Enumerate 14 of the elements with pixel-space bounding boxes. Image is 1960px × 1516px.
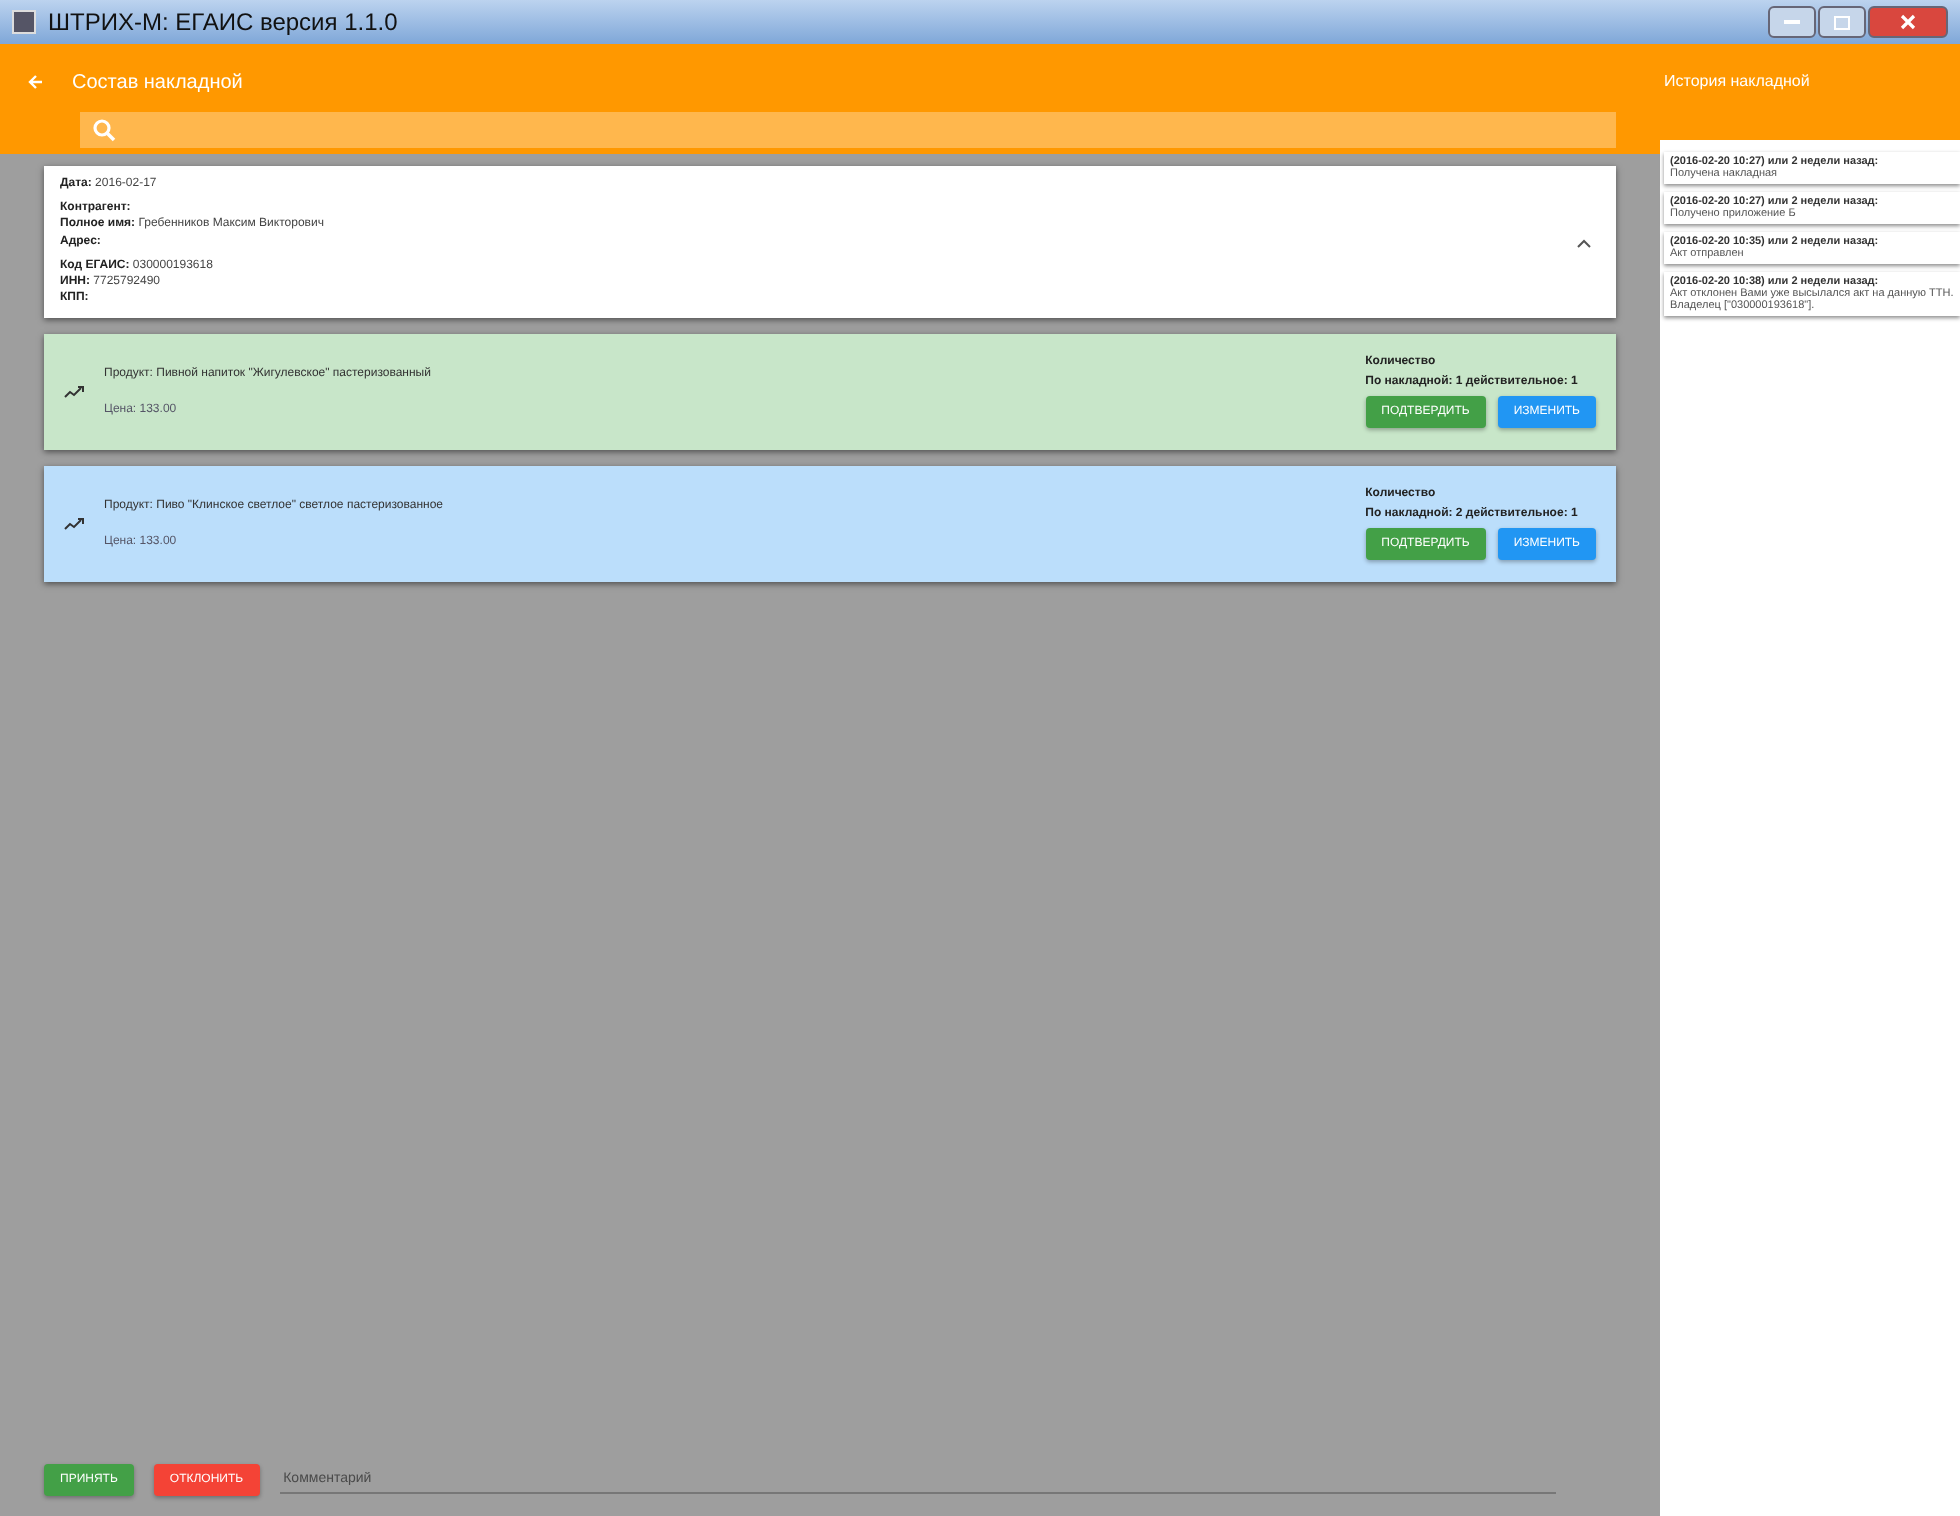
app-icon (12, 10, 36, 34)
maximize-button[interactable] (1818, 6, 1866, 38)
page-title: Состав накладной (72, 71, 243, 93)
search-icon (92, 118, 116, 142)
minimize-icon (1784, 19, 1800, 25)
close-icon (1900, 14, 1916, 30)
minimize-button[interactable] (1768, 6, 1816, 38)
maximize-icon (1834, 15, 1850, 29)
trend-icon (64, 518, 84, 531)
window-title: ШТРИХ-М: ЕГАИС версия 1.1.0 (48, 8, 400, 36)
close-button[interactable] (1868, 6, 1948, 38)
chevron-up-icon[interactable] (1576, 237, 1592, 248)
history-title: История накладной (1664, 72, 1810, 90)
trend-icon (64, 386, 84, 399)
